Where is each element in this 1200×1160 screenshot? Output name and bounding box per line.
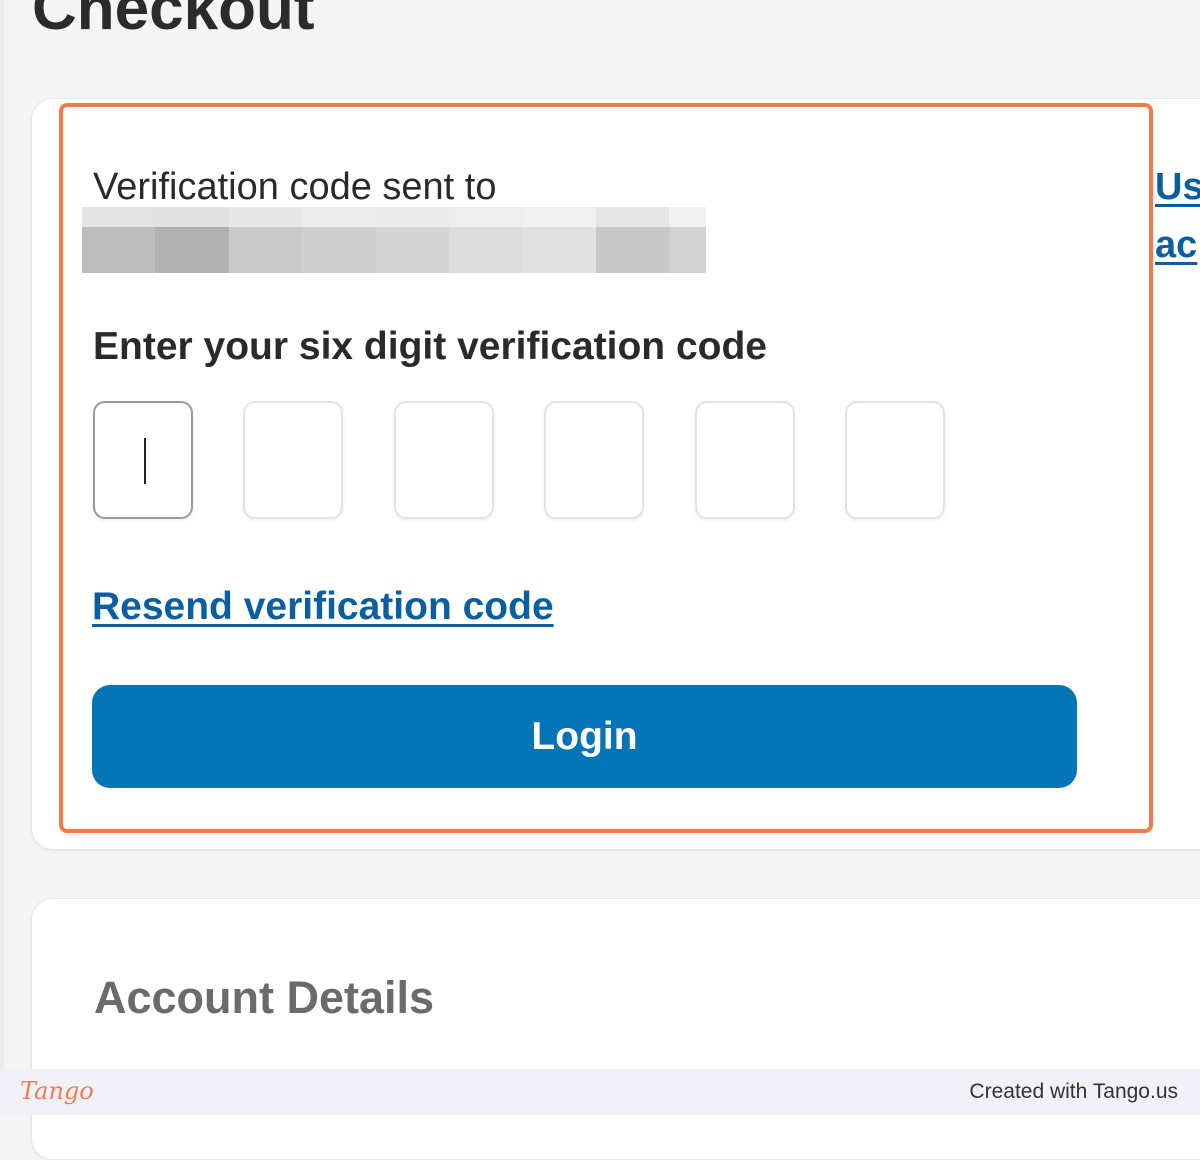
resend-code-link[interactable]: Resend verification code — [92, 583, 554, 631]
account-details-card — [31, 898, 1200, 1160]
code-digit-1[interactable] — [93, 401, 193, 519]
code-digit-5[interactable] — [695, 401, 795, 519]
page-left-edge — [0, 0, 4, 1069]
code-digit-2[interactable] — [243, 401, 343, 519]
tango-logo: Tango — [20, 1077, 94, 1105]
code-digit-3[interactable] — [394, 401, 494, 519]
account-details-heading: Account Details — [94, 972, 435, 1023]
login-button[interactable]: Login — [92, 685, 1077, 788]
code-heading: Enter your six digit verification code — [93, 325, 767, 368]
side-link-line-2[interactable]: ac — [1155, 222, 1197, 268]
footer-bar: Tango Created with Tango.us — [0, 1069, 1200, 1115]
sent-to-label: Verification code sent to — [93, 166, 497, 208]
code-digit-4[interactable] — [544, 401, 644, 519]
side-link-line-1[interactable]: Us — [1155, 164, 1200, 210]
redacted-email — [82, 207, 706, 273]
text-caret — [144, 438, 146, 484]
footer-credit: Created with Tango.us — [969, 1080, 1178, 1103]
page-title: Checkout — [32, 0, 315, 43]
code-digit-6[interactable] — [845, 401, 945, 519]
